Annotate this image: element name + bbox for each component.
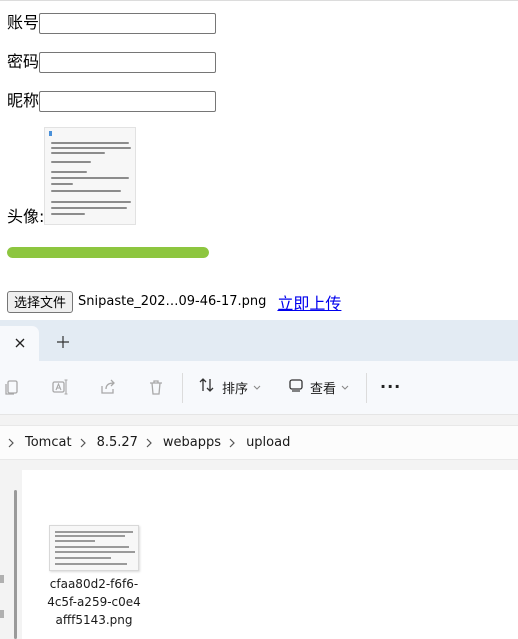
file-name-label[interactable]: cfaa80d2-f6f6-4c5f-a259-c0e4afff5143.png (46, 575, 142, 629)
upload-now-link[interactable]: 立即上传 (277, 290, 341, 314)
upload-progress-fill (7, 247, 209, 258)
toolbar-divider (182, 373, 183, 403)
breadcrumb: Tomcat 8.5.27 webapps upload (0, 425, 518, 460)
chevron-right-icon (80, 438, 89, 448)
file-row: 选择文件 Snipaste_202…09-46-17.png 立即上传 (7, 290, 341, 313)
sort-icon (198, 377, 216, 397)
new-tab-button[interactable] (52, 332, 74, 354)
avatar-label: 头像: (7, 207, 45, 226)
sort-label: 排序 (222, 381, 249, 397)
upload-progress-bar (7, 247, 209, 258)
file-thumbnail[interactable] (49, 525, 139, 571)
plus-icon (56, 334, 70, 353)
explorer-tab-bar (0, 320, 518, 361)
nav-pane-scrollbar[interactable] (14, 490, 17, 639)
avatar-preview-image (44, 127, 137, 225)
share-icon[interactable] (98, 377, 118, 397)
chevron-right-icon (146, 438, 155, 448)
choose-file-button[interactable]: 选择文件 (7, 290, 74, 313)
close-icon[interactable] (14, 334, 26, 353)
more-options-button[interactable]: ··· (380, 377, 401, 397)
nickname-row: 昵称 (7, 90, 217, 112)
chevron-right-icon (229, 438, 238, 448)
password-input[interactable] (39, 51, 217, 73)
breadcrumb-item-webapps[interactable]: webapps (163, 435, 221, 450)
account-row: 账号 (7, 12, 217, 34)
trash-icon[interactable] (146, 377, 166, 397)
explorer-toolbar: 排序 查看 ··· (0, 361, 518, 415)
breadcrumb-item-tomcat[interactable]: Tomcat (25, 435, 72, 450)
chosen-file-name: Snipaste_202…09-46-17.png (78, 294, 267, 309)
breadcrumb-item-version[interactable]: 8.5.27 (97, 435, 138, 450)
nav-pane-marker (0, 575, 4, 583)
password-row: 密码 (7, 51, 217, 73)
chevron-down-icon (341, 380, 349, 395)
view-button[interactable]: 查看 (288, 375, 349, 399)
view-label: 查看 (310, 381, 337, 397)
view-icon (288, 378, 304, 396)
sort-button[interactable]: 排序 (198, 375, 261, 399)
nickname-input[interactable] (39, 90, 217, 112)
chevron-right-icon (8, 438, 17, 448)
rename-icon[interactable] (50, 377, 70, 397)
password-label: 密码 (7, 52, 40, 71)
nickname-label: 昵称 (7, 91, 40, 110)
toolbar-divider (366, 373, 367, 403)
account-label: 账号 (7, 13, 40, 32)
copy-icon[interactable] (2, 377, 22, 397)
explorer-tab[interactable] (0, 326, 39, 361)
breadcrumb-item-upload[interactable]: upload (246, 435, 290, 450)
avatar-row: 头像: (7, 127, 137, 226)
top-border (0, 0, 518, 1)
nav-pane-marker (0, 610, 4, 618)
account-input[interactable] (39, 12, 217, 34)
chevron-down-icon (253, 380, 261, 395)
